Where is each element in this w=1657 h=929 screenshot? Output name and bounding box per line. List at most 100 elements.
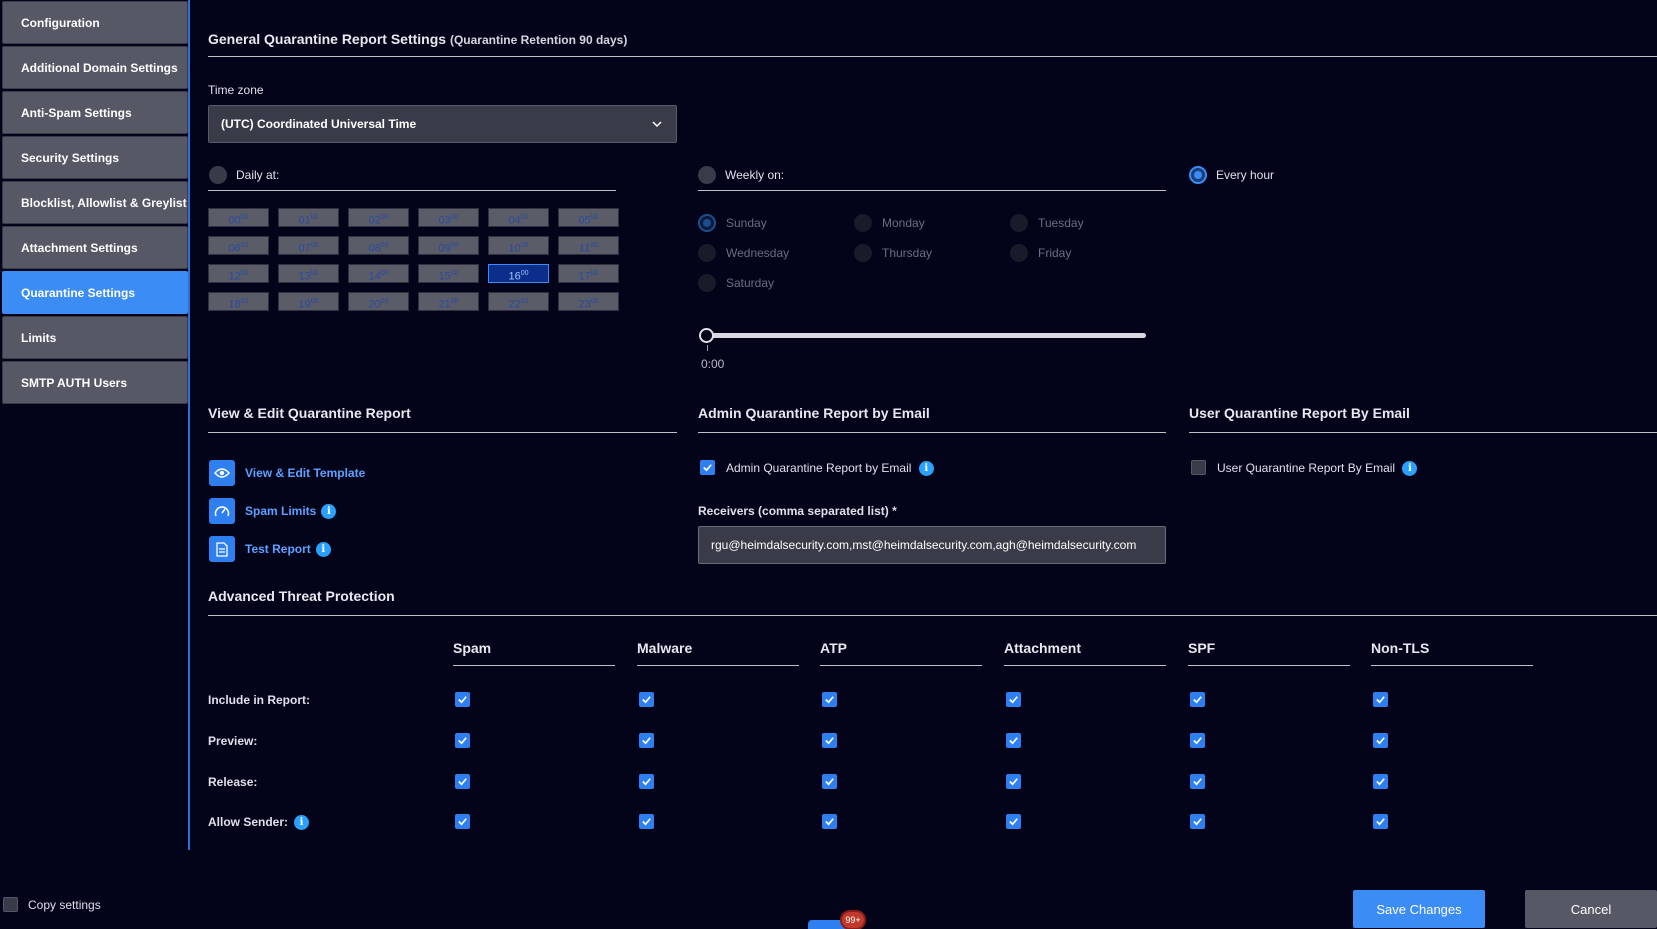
atp-checkbox[interactable] bbox=[455, 774, 470, 789]
hour-button[interactable]: 1700 bbox=[558, 264, 619, 283]
weekday-label: Tuesday bbox=[1038, 216, 1084, 230]
atp-checkbox[interactable] bbox=[1373, 814, 1388, 829]
every-hour-radio[interactable] bbox=[1189, 166, 1207, 184]
divider bbox=[1004, 665, 1166, 666]
sidebar-item-attachment-settings[interactable]: Attachment Settings bbox=[2, 226, 188, 269]
atp-checkbox[interactable] bbox=[822, 733, 837, 748]
sidebar-item-anti-spam-settings[interactable]: Anti-Spam Settings bbox=[2, 91, 188, 134]
atp-checkbox[interactable] bbox=[1190, 774, 1205, 789]
weekday-radio-monday[interactable] bbox=[854, 214, 872, 232]
checkmark-icon bbox=[825, 737, 834, 745]
atp-checkbox[interactable] bbox=[1006, 692, 1021, 707]
hour-label: 15 bbox=[438, 270, 451, 283]
hour-slider-track[interactable] bbox=[706, 333, 1146, 338]
sidebar: Configuration Additional Domain Settings A… bbox=[0, 0, 190, 850]
atp-checkbox[interactable] bbox=[1190, 814, 1205, 829]
hour-label: 18 bbox=[228, 298, 241, 311]
daily-radio[interactable] bbox=[209, 166, 227, 184]
hour-label: 06 bbox=[228, 242, 241, 255]
hour-button[interactable]: 1500 bbox=[418, 264, 479, 283]
link-view-edit-template[interactable]: View & Edit Template bbox=[245, 466, 365, 480]
checkmark-icon bbox=[1193, 818, 1202, 826]
hour-button[interactable]: 0800 bbox=[348, 236, 409, 255]
hour-button[interactable]: 0700 bbox=[278, 236, 339, 255]
weekday-radio-saturday[interactable] bbox=[698, 274, 716, 292]
hour-button[interactable]: 1800 bbox=[208, 292, 269, 311]
atp-checkbox[interactable] bbox=[1373, 692, 1388, 707]
weekday-radio-friday[interactable] bbox=[1010, 244, 1028, 262]
atp-checkbox[interactable] bbox=[1190, 733, 1205, 748]
info-icon[interactable]: i bbox=[294, 815, 310, 831]
atp-checkbox[interactable] bbox=[455, 733, 470, 748]
info-icon[interactable]: i bbox=[315, 542, 331, 558]
timezone-label: Time zone bbox=[208, 83, 264, 97]
hour-button[interactable]: 0900 bbox=[418, 236, 479, 255]
hour-button[interactable]: 0300 bbox=[418, 208, 479, 227]
hour-button[interactable]: 2000 bbox=[348, 292, 409, 311]
hour-button[interactable]: 1400 bbox=[348, 264, 409, 283]
hour-button[interactable]: 0500 bbox=[558, 208, 619, 227]
atp-checkbox[interactable] bbox=[1190, 692, 1205, 707]
hour-button[interactable]: 2300 bbox=[558, 292, 619, 311]
divider bbox=[698, 190, 1166, 191]
info-icon[interactable]: i bbox=[1402, 461, 1418, 477]
link-test-report[interactable]: Test Report i bbox=[245, 542, 331, 558]
hour-suffix: 00 bbox=[520, 242, 529, 249]
atp-checkbox[interactable] bbox=[822, 814, 837, 829]
hour-button[interactable]: 1600 bbox=[488, 264, 549, 283]
atp-checkbox[interactable] bbox=[1006, 733, 1021, 748]
atp-checkbox[interactable] bbox=[639, 692, 654, 707]
sidebar-item-configuration[interactable]: Configuration bbox=[2, 1, 188, 44]
weekday-radio-sunday[interactable] bbox=[698, 214, 716, 232]
hour-button[interactable]: 1300 bbox=[278, 264, 339, 283]
atp-checkbox[interactable] bbox=[639, 733, 654, 748]
sidebar-item-additional-domain-settings[interactable]: Additional Domain Settings bbox=[2, 46, 188, 89]
cancel-button[interactable]: Cancel bbox=[1525, 890, 1657, 928]
atp-checkbox[interactable] bbox=[455, 692, 470, 707]
hour-button[interactable]: 0400 bbox=[488, 208, 549, 227]
atp-checkbox[interactable] bbox=[822, 774, 837, 789]
atp-checkbox[interactable] bbox=[1373, 774, 1388, 789]
timezone-select[interactable]: (UTC) Coordinated Universal Time bbox=[208, 105, 677, 143]
gauge-icon[interactable] bbox=[209, 498, 235, 524]
hour-button[interactable]: 1100 bbox=[558, 236, 619, 255]
sidebar-item-security-settings[interactable]: Security Settings bbox=[2, 136, 188, 179]
atp-checkbox[interactable] bbox=[1006, 774, 1021, 789]
copy-settings-checkbox[interactable] bbox=[3, 897, 18, 912]
hour-button[interactable]: 0600 bbox=[208, 236, 269, 255]
sidebar-item-quarantine-settings[interactable]: Quarantine Settings bbox=[2, 271, 188, 314]
weekday-radio-tuesday[interactable] bbox=[1010, 214, 1028, 232]
receivers-input[interactable]: rgu@heimdalsecurity.com,mst@heimdalsecur… bbox=[698, 526, 1166, 564]
weekly-radio[interactable] bbox=[698, 166, 716, 184]
sidebar-item-blocklist-allowlist-greylist[interactable]: Blocklist, Allowlist & Greylist bbox=[2, 181, 188, 224]
hour-button[interactable]: 0100 bbox=[278, 208, 339, 227]
atp-checkbox[interactable] bbox=[639, 814, 654, 829]
sidebar-item-smtp-auth-users[interactable]: SMTP AUTH Users bbox=[2, 361, 188, 404]
atp-checkbox[interactable] bbox=[1006, 814, 1021, 829]
checkmark-icon bbox=[825, 696, 834, 704]
atp-checkbox[interactable] bbox=[639, 774, 654, 789]
atp-checkbox[interactable] bbox=[455, 814, 470, 829]
info-icon[interactable]: i bbox=[918, 461, 934, 477]
hour-button[interactable]: 2200 bbox=[488, 292, 549, 311]
hour-button[interactable]: 2100 bbox=[418, 292, 479, 311]
hour-button[interactable]: 0000 bbox=[208, 208, 269, 227]
eye-icon[interactable] bbox=[209, 460, 235, 486]
save-changes-button[interactable]: Save Changes bbox=[1353, 890, 1485, 928]
hour-button[interactable]: 1200 bbox=[208, 264, 269, 283]
hour-button[interactable]: 1000 bbox=[488, 236, 549, 255]
weekday-radio-thursday[interactable] bbox=[854, 244, 872, 262]
atp-checkbox[interactable] bbox=[822, 692, 837, 707]
admin-report-checkbox[interactable] bbox=[700, 460, 715, 475]
sidebar-item-limits[interactable]: Limits bbox=[2, 316, 188, 359]
weekday-radio-wednesday[interactable] bbox=[698, 244, 716, 262]
hour-slider-thumb[interactable] bbox=[699, 328, 714, 343]
hour-button[interactable]: 0200 bbox=[348, 208, 409, 227]
document-icon[interactable] bbox=[209, 536, 235, 562]
hour-button[interactable]: 1900 bbox=[278, 292, 339, 311]
user-report-checkbox[interactable] bbox=[1191, 460, 1206, 475]
divider bbox=[1188, 665, 1350, 666]
atp-checkbox[interactable] bbox=[1373, 733, 1388, 748]
link-spam-limits[interactable]: Spam Limits i bbox=[245, 504, 337, 520]
info-icon[interactable]: i bbox=[321, 504, 337, 520]
